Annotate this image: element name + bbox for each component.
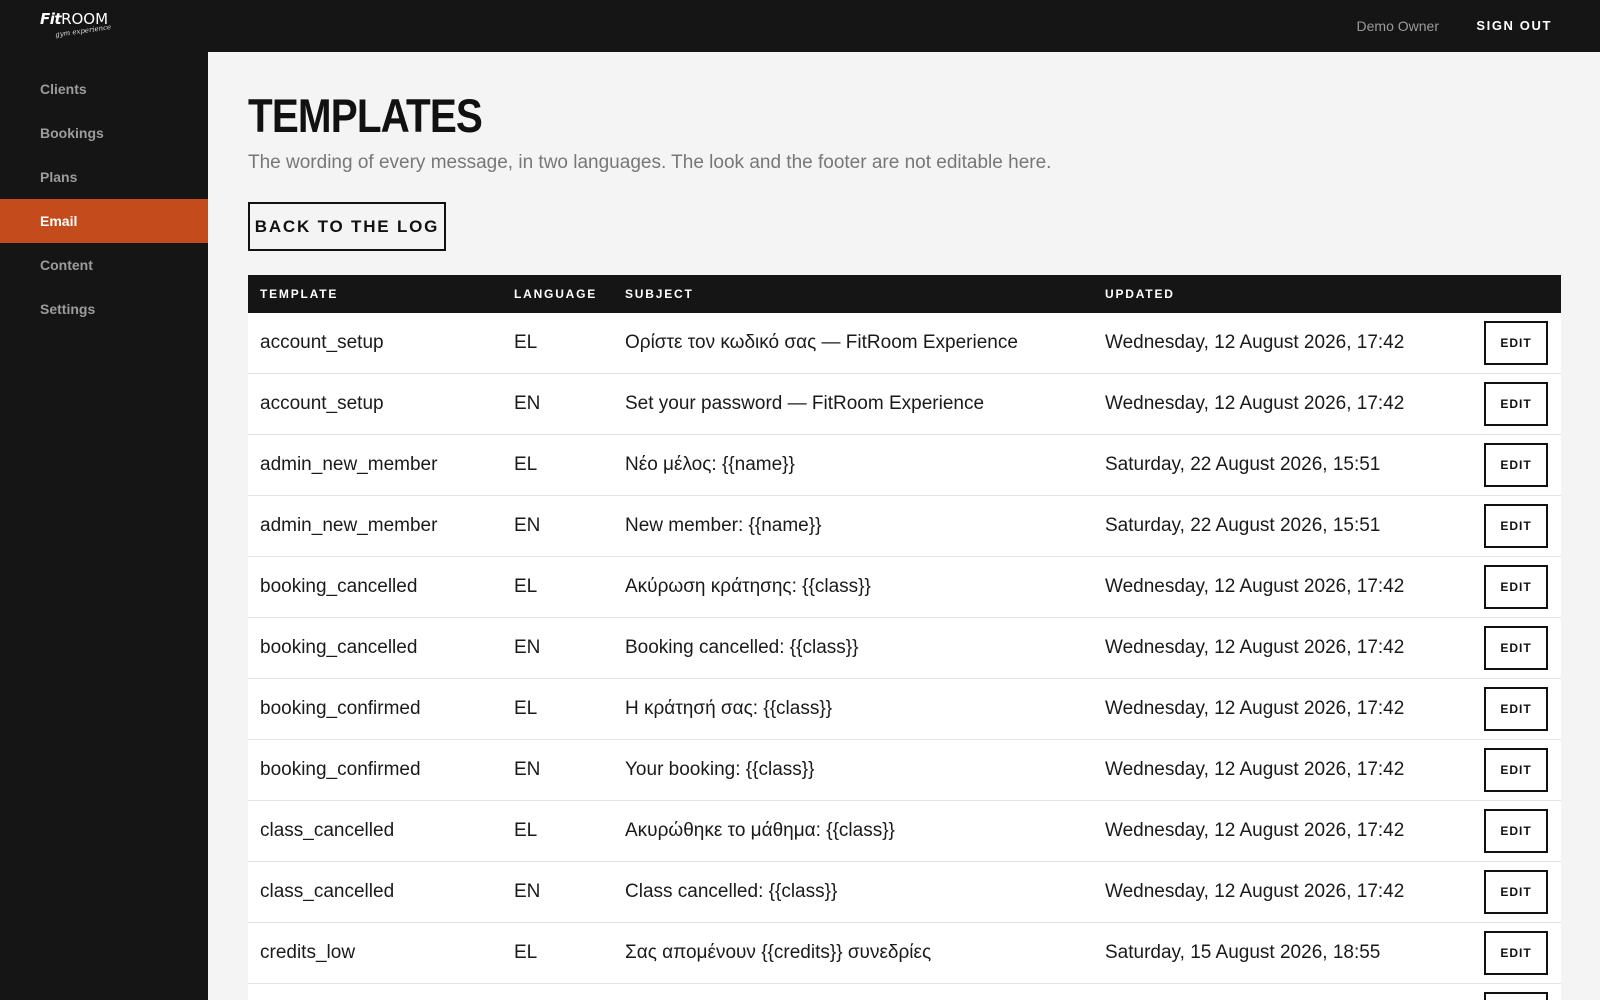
subject-cell: Your booking: {{class}} [625,759,815,780]
subject-cell: New member: {{name}} [625,515,822,536]
subject-cell: Booking cancelled: {{class}} [625,637,859,658]
template-name-cell: admin_new_member [260,454,438,475]
main-content: TEMPLATES The wording of every message, … [208,52,1600,1000]
language-cell: EN [514,759,541,780]
table-row: admin_new_member EL Νέο μέλος: {{name}} Sat… [248,435,1561,496]
sign-out-button[interactable]: SIGN OUT [1476,18,1552,33]
template-name-cell: booking_cancelled [260,576,418,597]
table-row: class_cancelled EN Class cancelled: {{clas… [248,862,1561,923]
sidebar-item-clients[interactable]: Clients [0,67,208,111]
table-row: EDIT [248,984,1561,1000]
sidebar-item-email[interactable]: Email [0,199,208,243]
language-cell: EN [514,515,541,536]
edit-button[interactable]: EDIT [1484,443,1548,487]
edit-button[interactable]: EDIT [1484,321,1548,365]
app-logo[interactable]: FitROOM gym experience [40,10,120,44]
language-cell: EL [514,576,538,597]
column-header-language: LANGUAGE [514,287,598,301]
subject-cell: Class cancelled: {{class}} [625,881,838,902]
column-header-template: TEMPLATE [260,287,339,301]
templates-table: TEMPLATE LANGUAGE SUBJECT UPDATED accoun… [248,275,1561,1000]
subject-cell: Νέο μέλος: {{name}} [625,454,795,475]
sidebar-item-bookings[interactable]: Bookings [0,111,208,155]
updated-cell: Saturday, 22 August 2026, 15:51 [1105,515,1381,536]
table-body: account_setup EL Ορίστε τον κωδικό σας — F… [248,313,1561,1000]
back-to-log-button[interactable]: BACK TO THE LOG [248,202,446,251]
subject-cell: Ορίστε τον κωδικό σας — FitRoom Experien… [625,332,1018,353]
updated-cell: Wednesday, 12 August 2026, 17:42 [1105,393,1405,414]
table-row: booking_cancelled EL Ακύρωση κράτησης: {{c… [248,557,1561,618]
edit-button[interactable]: EDIT [1484,687,1548,731]
template-name-cell: admin_new_member [260,515,438,536]
column-header-updated: UPDATED [1105,287,1175,301]
updated-cell: Wednesday, 12 August 2026, 17:42 [1105,759,1405,780]
table-row: booking_cancelled EN Booking cancelled: {{… [248,618,1561,679]
edit-button[interactable]: EDIT [1484,809,1548,853]
sidebar-nav: Clients Bookings Plans Email Content Settings [0,67,208,331]
updated-cell: Wednesday, 12 August 2026, 17:42 [1105,332,1405,353]
updated-cell: Wednesday, 12 August 2026, 17:42 [1105,576,1405,597]
edit-button[interactable]: EDIT [1484,626,1548,670]
edit-button[interactable]: EDIT [1484,931,1548,975]
edit-button[interactable]: EDIT [1484,565,1548,609]
language-cell: EN [514,881,541,902]
page-title: TEMPLATES [248,89,483,142]
subject-cell: Ακύρωση κράτησης: {{class}} [625,576,871,597]
edit-button[interactable]: EDIT [1484,504,1548,548]
subject-cell: Set your password — FitRoom Experience [625,393,985,414]
updated-cell: Wednesday, 12 August 2026, 17:42 [1105,637,1405,658]
template-name-cell: credits_low [260,942,356,963]
table-row: booking_confirmed EN Your booking: {{class… [248,740,1561,801]
template-name-cell: booking_confirmed [260,698,421,719]
updated-cell: Wednesday, 12 August 2026, 17:42 [1105,698,1405,719]
updated-cell: Wednesday, 12 August 2026, 17:42 [1105,820,1405,841]
table-row: account_setup EN Set your password — FitRo… [248,374,1561,435]
template-name-cell: class_cancelled [260,881,395,902]
top-bar: FitROOM gym experience Demo Owner SIGN O… [0,0,1600,52]
sidebar-item-settings[interactable]: Settings [0,287,208,331]
language-cell: EL [514,698,538,719]
language-cell: EL [514,454,538,475]
table-row: account_setup EL Ορίστε τον κωδικό σας — F… [248,313,1561,374]
subject-cell: Σας απομένουν {{credits}} συνεδρίες [625,942,932,963]
table-row: credits_low EL Σας απομένουν {{credits}} σ… [248,923,1561,984]
template-name-cell: booking_confirmed [260,759,421,780]
table-row: class_cancelled EL Ακυρώθηκε το μάθημα: {{… [248,801,1561,862]
table-header: TEMPLATE LANGUAGE SUBJECT UPDATED [248,275,1561,313]
edit-button[interactable]: EDIT [1484,382,1548,426]
sidebar-item-plans[interactable]: Plans [0,155,208,199]
language-cell: EL [514,820,538,841]
language-cell: EL [514,942,538,963]
edit-button[interactable]: EDIT [1484,870,1548,914]
language-cell: EN [514,393,541,414]
subject-cell: Ακυρώθηκε το μάθημα: {{class}} [625,820,895,841]
sidebar: Clients Bookings Plans Email Content Settings [0,52,208,1000]
template-name-cell: class_cancelled [260,820,395,841]
column-header-subject: SUBJECT [625,287,694,301]
table-row: booking_confirmed EL Η κράτησή σας: {{clas… [248,679,1561,740]
current-user-name: Demo Owner [1356,18,1439,34]
template-name-cell: account_setup [260,393,384,414]
template-name-cell: account_setup [260,332,384,353]
table-row: admin_new_member EN New member: {{name}} Sa… [248,496,1561,557]
edit-button[interactable]: EDIT [1484,748,1548,792]
language-cell: EL [514,332,538,353]
language-cell: EN [514,637,541,658]
template-name-cell: booking_cancelled [260,637,418,658]
updated-cell: Saturday, 15 August 2026, 18:55 [1105,942,1381,963]
subject-cell: Η κράτησή σας: {{class}} [625,698,833,719]
updated-cell: Saturday, 22 August 2026, 15:51 [1105,454,1381,475]
updated-cell: Wednesday, 12 August 2026, 17:42 [1105,881,1405,902]
sidebar-item-content[interactable]: Content [0,243,208,287]
edit-button[interactable]: EDIT [1484,992,1548,1000]
page-subtitle: The wording of every message, in two lan… [248,152,1052,173]
